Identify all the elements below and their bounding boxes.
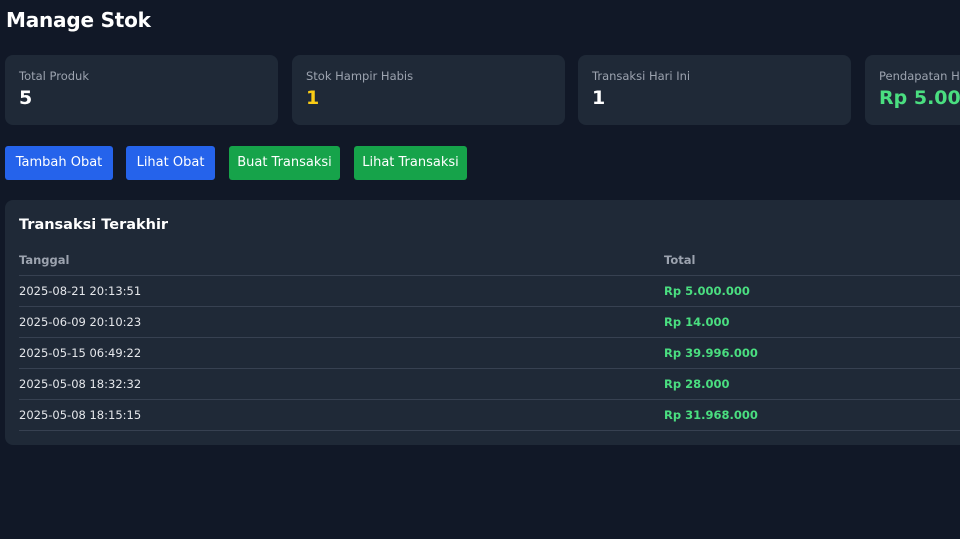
- cell-total: Rp 39.996.000: [664, 337, 960, 369]
- stat-value: 1: [306, 87, 320, 109]
- table-row: 2025-05-08 18:32:32 Rp 28.000: [19, 368, 960, 400]
- transactions-table: Tanggal Total 2025-08-21 20:13:51 Rp 5.0…: [19, 244, 960, 431]
- cell-tanggal: 2025-05-15 06:49:22: [19, 337, 664, 369]
- cell-tanggal: 2025-05-08 18:32:32: [19, 368, 664, 400]
- stat-card-total-produk: Total Produk 5: [5, 55, 278, 125]
- cell-tanggal: 2025-08-21 20:13:51: [19, 275, 664, 307]
- lihat-obat-button[interactable]: Lihat Obat: [126, 146, 215, 180]
- stat-label: Transaksi Hari Ini: [592, 69, 691, 83]
- column-header-total: Total: [664, 244, 960, 276]
- stat-label: Stok Hampir Habis: [306, 69, 414, 83]
- tambah-obat-button[interactable]: Tambah Obat: [5, 146, 113, 180]
- lihat-transaksi-button[interactable]: Lihat Transaksi: [354, 146, 467, 180]
- recent-transactions-title: Transaksi Terakhir: [19, 217, 169, 233]
- cell-total: Rp 14.000: [664, 306, 960, 338]
- stat-label: Pendapatan Har: [879, 69, 960, 83]
- cell-tanggal: 2025-05-08 18:15:15: [19, 399, 664, 431]
- table-row: 2025-05-08 18:15:15 Rp 31.968.000: [19, 399, 960, 431]
- table-row: 2025-06-09 20:10:23 Rp 14.000: [19, 306, 960, 338]
- dashboard-page: Manage Stok Total Produk 5 Stok Hampir H…: [0, 0, 960, 539]
- page-title: Manage Stok: [6, 8, 151, 32]
- stat-card-stok-hampir-habis: Stok Hampir Habis 1: [292, 55, 565, 125]
- stat-label: Total Produk: [19, 69, 90, 83]
- table-header-row: Tanggal Total: [19, 244, 960, 276]
- recent-transactions-panel: Transaksi Terakhir Tanggal Total 2025-08…: [5, 200, 960, 445]
- column-header-tanggal: Tanggal: [19, 244, 664, 276]
- cell-total: Rp 5.000.000: [664, 275, 960, 307]
- buat-transaksi-button[interactable]: Buat Transaksi: [229, 146, 340, 180]
- table-row: 2025-08-21 20:13:51 Rp 5.000.000: [19, 275, 960, 307]
- stats-row: Total Produk 5 Stok Hampir Habis 1 Trans…: [5, 55, 960, 125]
- stat-card-transaksi-hari-ini: Transaksi Hari Ini 1: [578, 55, 851, 125]
- cell-tanggal: 2025-06-09 20:10:23: [19, 306, 664, 338]
- stat-card-pendapatan: Pendapatan Har Rp 5.000: [865, 55, 960, 125]
- table-row: 2025-05-15 06:49:22 Rp 39.996.000: [19, 337, 960, 369]
- stat-value: Rp 5.000: [879, 87, 960, 109]
- stat-value: 5: [19, 87, 33, 109]
- cell-total: Rp 28.000: [664, 368, 960, 400]
- stat-value: 1: [592, 87, 606, 109]
- cell-total: Rp 31.968.000: [664, 399, 960, 431]
